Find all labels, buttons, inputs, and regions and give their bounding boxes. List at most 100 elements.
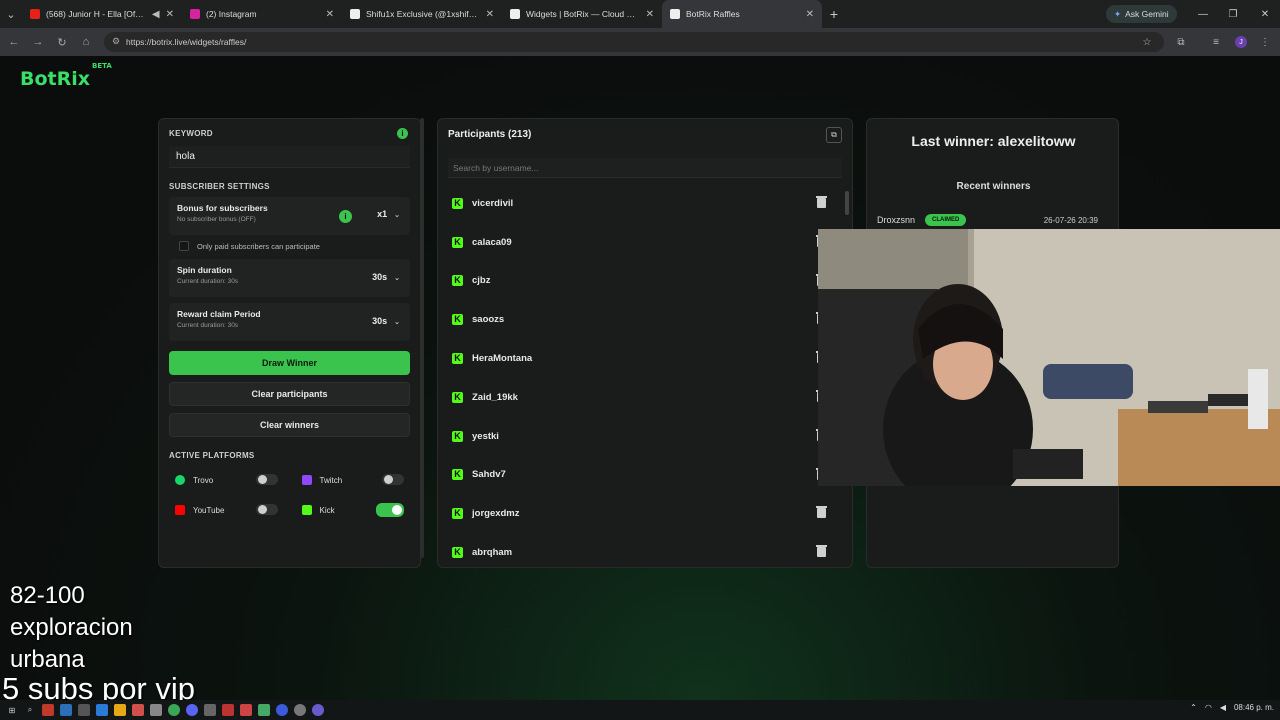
info-icon[interactable]: i: [339, 210, 352, 223]
spin-title: Spin duration: [177, 265, 232, 275]
winner-name: Droxzsnn: [877, 215, 916, 225]
tab-close-icon[interactable]: ✕: [326, 9, 334, 20]
spin-subtitle: Current duration: 30s: [177, 278, 239, 285]
tab-search-chevron-icon[interactable]: ⌄: [0, 0, 22, 28]
overlay-text-line: urbana: [10, 646, 85, 673]
trovo-toggle[interactable]: [255, 474, 278, 485]
app-icon[interactable]: [42, 704, 54, 716]
spin-duration-select[interactable]: 30s ⌄: [372, 272, 400, 282]
site-info-icon[interactable]: ⚙: [112, 36, 120, 47]
app-icon[interactable]: [222, 704, 234, 716]
app-icon[interactable]: [186, 704, 198, 716]
address-bar[interactable]: ⚙ https://botrix.live/widgets/raffles/: [104, 32, 1164, 52]
participants-scrollbar[interactable]: [845, 191, 849, 215]
bonus-subscribers-setting: Bonus for subscribers No subscriber bonu…: [169, 197, 410, 235]
forward-arrow-icon[interactable]: →: [26, 36, 50, 48]
app-icon[interactable]: [150, 704, 162, 716]
webcam-image: [818, 229, 1280, 486]
keyword-input[interactable]: hola: [169, 146, 410, 168]
tab-title: Widgets | BotRix — Cloud Strea: [526, 9, 640, 19]
winner-date: 26-07-26 20:39: [1043, 215, 1098, 225]
extensions-icon[interactable]: ⧉: [1172, 33, 1190, 51]
search-icon[interactable]: ⌕: [24, 704, 36, 716]
youtube-toggle[interactable]: [255, 504, 278, 515]
profile-avatar[interactable]: J: [1232, 33, 1250, 51]
media-controls-icon[interactable]: ≡: [1207, 33, 1225, 51]
copy-icon[interactable]: ⧉: [826, 127, 842, 143]
paid-only-checkbox-row[interactable]: Only paid subscribers can participate: [169, 235, 410, 257]
app-icon[interactable]: [276, 704, 288, 716]
participants-title: Participants (213): [448, 129, 532, 140]
app-icon[interactable]: [204, 704, 216, 716]
app-icon[interactable]: [96, 704, 108, 716]
tray-chevron-icon[interactable]: ⌃: [1190, 703, 1197, 712]
clear-participants-button[interactable]: Clear participants: [169, 382, 410, 406]
browser-tab-active[interactable]: BotRix Raffles ✕: [662, 0, 822, 28]
chrome-icon[interactable]: [168, 704, 180, 716]
claim-period-select[interactable]: 30s ⌄: [372, 316, 400, 326]
participant-row: Ksaoozs: [448, 300, 842, 339]
twitch-toggle[interactable]: [382, 474, 404, 485]
app-icon[interactable]: [240, 704, 252, 716]
browser-tab[interactable]: (2) Instagram ✕: [182, 0, 342, 28]
overlay-text-line: exploracion: [10, 614, 133, 641]
trash-icon[interactable]: [816, 196, 827, 208]
participant-row: Kcalaca09: [448, 223, 842, 262]
info-icon[interactable]: i: [397, 128, 408, 139]
reload-icon[interactable]: ↻: [50, 36, 74, 49]
participant-name: cjbz: [472, 275, 491, 287]
minimize-icon[interactable]: —: [1188, 0, 1218, 28]
ask-gemini-button[interactable]: ✦ Ask Gemini: [1106, 5, 1177, 23]
botrix-logo[interactable]: BotRixBETA: [20, 62, 112, 90]
folder-icon[interactable]: [114, 704, 126, 716]
tab-close-icon[interactable]: ✕: [806, 9, 814, 20]
trash-icon[interactable]: [816, 506, 827, 519]
back-arrow-icon[interactable]: ←: [2, 36, 26, 48]
app-icon[interactable]: [258, 704, 270, 716]
clock[interactable]: 08:46 p. m.: [1234, 703, 1274, 712]
profile-initial: J: [1235, 36, 1247, 48]
volume-icon[interactable]: ◀: [1220, 703, 1226, 712]
maximize-icon[interactable]: ❐: [1218, 0, 1248, 28]
app-icon[interactable]: [312, 704, 324, 716]
speaker-icon[interactable]: ◀: [152, 9, 160, 20]
app-icon[interactable]: [294, 704, 306, 716]
browser-tab[interactable]: Shifu1x Exclusive (@1xshifuclip ✕: [342, 0, 502, 28]
participant-list: Kvicerdivil Kcalaca09 Kcjbz Ksaoozs K HeraMon…: [448, 184, 842, 572]
participant-search-input[interactable]: Search by username...: [448, 158, 842, 178]
tab-close-icon[interactable]: ✕: [486, 9, 494, 20]
app-icon[interactable]: [132, 704, 144, 716]
browser-toolbar: ← → ↻ ⌂ ⚙ https://botrix.live/widgets/ra…: [0, 28, 1280, 56]
bonus-subtitle: No subscriber bonus (OFF): [177, 216, 256, 223]
draw-winner-button[interactable]: Draw Winner: [169, 351, 410, 375]
chevron-down-icon: ⌄: [394, 275, 400, 282]
app-icon[interactable]: [78, 704, 90, 716]
wifi-icon[interactable]: ◠: [1205, 703, 1212, 712]
paid-only-checkbox[interactable]: [179, 241, 189, 251]
new-tab-plus-icon[interactable]: +: [822, 6, 846, 22]
app-icon[interactable]: [60, 704, 72, 716]
botrix-favicon-icon: [670, 9, 680, 19]
tab-title: (568) Junior H - Ella [Officia: [46, 9, 146, 19]
browser-tab[interactable]: Widgets | BotRix — Cloud Strea ✕: [502, 0, 662, 28]
home-icon[interactable]: ⌂: [74, 36, 98, 48]
start-icon[interactable]: ⊞: [6, 704, 18, 716]
trash-icon[interactable]: [816, 545, 827, 558]
kick-icon: K: [452, 508, 463, 520]
window-close-icon[interactable]: ✕: [1250, 0, 1280, 28]
tab-title: (2) Instagram: [206, 9, 257, 19]
participant-name: calaca09: [472, 236, 512, 248]
participant-row: K Sahdv7: [448, 456, 842, 495]
bookmark-star-icon[interactable]: ☆: [1138, 33, 1156, 51]
kick-toggle[interactable]: [376, 503, 404, 517]
tab-close-icon[interactable]: ✕: [166, 9, 174, 20]
tab-close-icon[interactable]: ✕: [646, 9, 654, 20]
browser-menu-icon[interactable]: ⋮: [1256, 33, 1274, 51]
settings-scrollbar[interactable]: [420, 118, 424, 558]
clear-winners-button[interactable]: Clear winners: [169, 413, 410, 437]
browser-tab-bar: ⌄ (568) Junior H - Ella [Officia ◀ ✕ (2)…: [0, 0, 1280, 28]
bonus-multiplier-select[interactable]: x1 ⌄: [377, 209, 400, 219]
browser-tab[interactable]: (568) Junior H - Ella [Officia ◀ ✕: [22, 0, 182, 28]
claim-subtitle: Current duration: 30s: [177, 322, 239, 329]
tiktok-favicon-icon: [350, 9, 360, 19]
